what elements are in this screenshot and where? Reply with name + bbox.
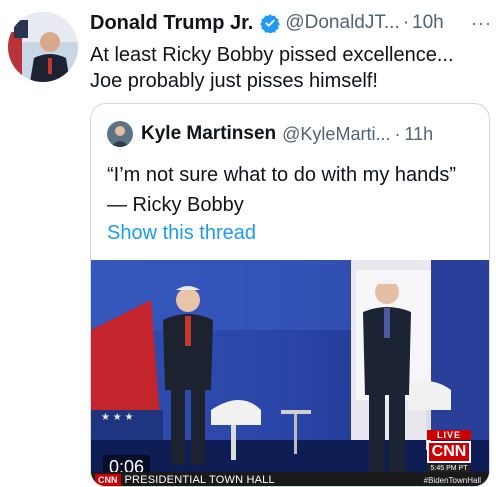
lower-third-hashtag: #BidenTownHall	[423, 475, 481, 485]
quoted-author-name: Kyle Martinsen	[141, 123, 277, 144]
author-handle[interactable]: @DonaldJT...	[285, 12, 399, 34]
svg-text:★ ★ ★: ★ ★ ★	[101, 412, 133, 423]
show-thread-link[interactable]: Show this thread	[107, 222, 256, 245]
author-avatar-image	[8, 12, 78, 82]
tweet-text: At least Ricky Bobby pissed excellence..…	[90, 44, 454, 92]
quoted-tweet-card[interactable]: Kyle Martinsen @KyleMarti... · 11h “I’m …	[90, 103, 490, 487]
separator-dot: ·	[402, 12, 410, 33]
quoted-avatar-image	[107, 121, 133, 147]
cnn-logo: CNN	[427, 441, 471, 463]
quoted-author-handle: @KyleMarti...	[282, 123, 391, 144]
more-options-icon[interactable]: ···	[471, 12, 492, 34]
live-label: LIVE	[427, 430, 471, 440]
quoted-author-avatar	[107, 121, 133, 147]
author-name[interactable]: Donald Trump Jr.	[90, 12, 253, 34]
video-player[interactable]: ★ ★ ★ 0:06 LIVE CNN 5:45 PM PT CNN PRESI…	[91, 260, 489, 486]
verified-badge-icon	[260, 14, 281, 33]
lower-third-logo: CNN	[95, 474, 121, 486]
quoted-separator-dot: ·	[394, 123, 401, 144]
cnn-logo-bug: LIVE CNN 5:45 PM PT	[427, 430, 471, 473]
lower-third-banner: CNN PRESIDENTIAL TOWN HALL #BidenTownHal…	[91, 472, 489, 486]
quoted-tweet-header: Kyle Martinsen @KyleMarti... · 11h	[107, 121, 479, 147]
lower-third-title: PRESIDENTIAL TOWN HALL	[124, 474, 275, 486]
quoted-tweet-text: “I’m not sure what to do with my hands” …	[107, 164, 457, 216]
tweet-timestamp[interactable]: 10h	[412, 12, 444, 34]
author-avatar[interactable]	[8, 12, 78, 82]
tweet-header: Donald Trump Jr. @DonaldJT... · 10h ···	[90, 12, 492, 34]
quoted-tweet-timestamp: 11h	[404, 123, 434, 144]
